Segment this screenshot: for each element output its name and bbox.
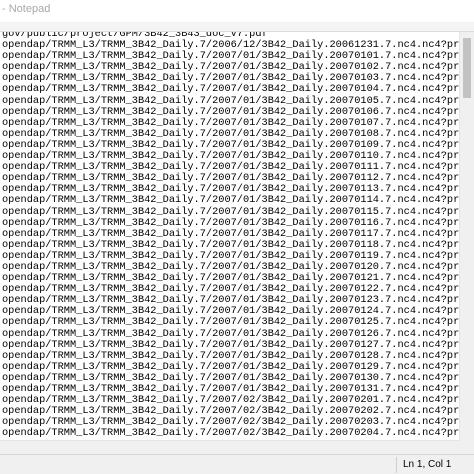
horizontal-scrollbar[interactable] — [0, 440, 460, 455]
vertical-scrollbar[interactable] — [459, 32, 474, 454]
vertical-scroll-thumb[interactable] — [463, 38, 471, 98]
text-line[interactable]: opendap/TRMM_L3/TRMM_3B42_Daily.7/2007/0… — [2, 84, 460, 95]
text-line[interactable]: opendap/TRMM_L3/TRMM_3B42_Daily.7/2007/0… — [2, 317, 460, 328]
notepad-window: - Notepad gov/public/project/GPM/3B42_3B… — [0, 0, 474, 474]
status-divider — [396, 457, 397, 473]
text-line[interactable]: opendap/TRMM_L3/TRMM_3B42_Daily.7/2007/0… — [2, 95, 460, 107]
title-bar[interactable]: - Notepad — [0, 0, 474, 23]
text-line[interactable]: opendap/TRMM_L3/TRMM_3B42_Daily.7/2007/0… — [2, 428, 460, 439]
window-title: - Notepad — [2, 3, 51, 15]
text-line[interactable]: opendap/TRMM_L3/TRMM_3B42_Daily.7/2007/0… — [2, 328, 460, 340]
menu-bar[interactable] — [0, 22, 474, 32]
text-editor[interactable]: gov/public/project/GPM/3B42_3B43_doc_V7.… — [0, 32, 460, 454]
cursor-position: Ln 1, Col 1 — [403, 459, 452, 470]
text-content[interactable]: gov/public/project/GPM/3B42_3B43_doc_V7.… — [2, 32, 460, 439]
text-line[interactable]: opendap/TRMM_L3/TRMM_3B42_Daily.7/2007/0… — [2, 195, 460, 206]
status-bar: Ln 1, Col 1 — [0, 454, 474, 474]
text-line[interactable]: opendap/TRMM_L3/TRMM_3B42_Daily.7/2007/0… — [2, 206, 460, 218]
